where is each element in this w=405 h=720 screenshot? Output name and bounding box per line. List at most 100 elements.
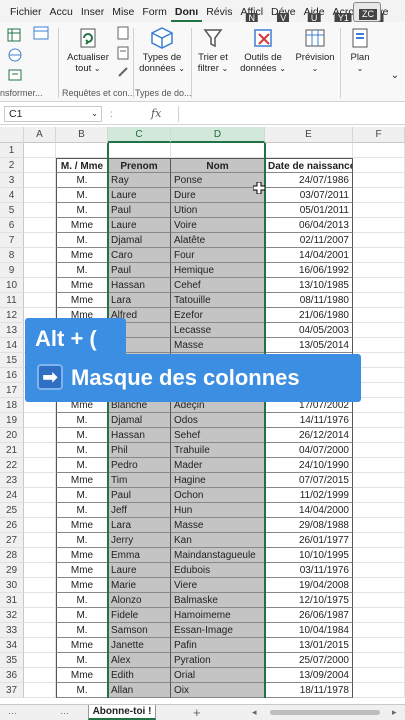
column-header-c[interactable]: C — [108, 127, 171, 143]
table-cell-civilite[interactable]: Mme — [56, 293, 108, 308]
cell[interactable] — [24, 263, 56, 278]
row-header[interactable]: 22 — [0, 458, 24, 473]
table-cell-civilite[interactable]: M. — [56, 593, 108, 608]
table-cell-civilite[interactable]: M. — [56, 428, 108, 443]
table-cell-nom[interactable]: Maindanstagueule — [171, 548, 265, 563]
scroll-right-icon[interactable]: ▸ — [392, 707, 397, 718]
cell[interactable] — [24, 503, 56, 518]
table-cell-nom[interactable]: Odos — [171, 413, 265, 428]
ribbon-tab[interactable]: Donı — [170, 0, 203, 22]
table-cell-date[interactable]: 24/07/1986 — [265, 173, 353, 188]
table-header-nom[interactable]: Nom — [171, 158, 265, 173]
table-cell-date[interactable]: 07/07/2015 — [265, 473, 353, 488]
queries-connections-icon[interactable] — [116, 26, 130, 42]
cell[interactable] — [353, 443, 405, 458]
cell[interactable] — [24, 428, 56, 443]
table-header-date[interactable]: Date de naissance — [265, 158, 353, 173]
table-cell-date[interactable]: 18/11/1978 — [265, 683, 353, 698]
table-cell-civilite[interactable]: Mme — [56, 518, 108, 533]
row-header[interactable]: 11 — [0, 293, 24, 308]
row-header[interactable]: 4 — [0, 188, 24, 203]
from-web-icon[interactable] — [4, 48, 26, 64]
ribbon-tab[interactable]: Form — [138, 0, 171, 22]
cell[interactable] — [353, 458, 405, 473]
cell[interactable] — [24, 293, 56, 308]
edit-links-icon[interactable] — [116, 66, 130, 80]
table-cell-civilite[interactable]: Mme — [56, 473, 108, 488]
cell[interactable] — [353, 248, 405, 263]
horizontal-scrollbar[interactable] — [270, 710, 380, 715]
cell[interactable] — [24, 143, 56, 158]
table-cell-civilite[interactable]: M. — [56, 443, 108, 458]
table-cell-nom[interactable]: Essan-Image — [171, 623, 265, 638]
select-all-corner[interactable] — [0, 127, 24, 143]
cell[interactable] — [24, 593, 56, 608]
row-header[interactable]: 9 — [0, 263, 24, 278]
table-cell-civilite[interactable]: M. — [56, 458, 108, 473]
cell[interactable] — [353, 173, 405, 188]
table-cell-date[interactable]: 14/04/2001 — [265, 248, 353, 263]
row-header[interactable]: 26 — [0, 518, 24, 533]
table-cell-civilite[interactable]: Mme — [56, 563, 108, 578]
table-cell-date[interactable]: 14/11/1976 — [265, 413, 353, 428]
cell[interactable] — [353, 398, 405, 413]
cell[interactable] — [171, 143, 265, 158]
table-cell-prenom[interactable]: Paul — [108, 263, 171, 278]
data-tools-button[interactable]: Outils de données ⌄ — [238, 26, 288, 74]
table-cell-nom[interactable]: Pyration — [171, 653, 265, 668]
row-header[interactable]: 28 — [0, 548, 24, 563]
cell[interactable] — [24, 278, 56, 293]
table-cell-date[interactable]: 12/10/1975 — [265, 593, 353, 608]
table-cell-nom[interactable]: Masse — [171, 518, 265, 533]
table-cell-civilite[interactable]: M. — [56, 173, 108, 188]
table-cell-civilite[interactable]: M. — [56, 233, 108, 248]
table-cell-nom[interactable]: Hemique — [171, 263, 265, 278]
cell[interactable] — [24, 623, 56, 638]
ellipsis-icon[interactable]: … — [8, 706, 17, 716]
table-cell-date[interactable]: 13/01/2015 — [265, 638, 353, 653]
row-header[interactable]: 5 — [0, 203, 24, 218]
function-icon[interactable]: fx — [151, 107, 161, 120]
table-cell-prenom[interactable]: Alex — [108, 653, 171, 668]
cell[interactable] — [353, 293, 405, 308]
row-header[interactable]: 8 — [0, 248, 24, 263]
cell[interactable] — [353, 683, 405, 698]
cell[interactable] — [24, 203, 56, 218]
table-cell-nom[interactable]: Four — [171, 248, 265, 263]
cell[interactable] — [24, 533, 56, 548]
table-cell-civilite[interactable]: Mme — [56, 548, 108, 563]
cell[interactable] — [24, 548, 56, 563]
row-header[interactable]: 19 — [0, 413, 24, 428]
cell[interactable] — [353, 518, 405, 533]
ribbon-tab[interactable]: Déve V — [267, 0, 300, 24]
cell[interactable] — [353, 563, 405, 578]
table-cell-nom[interactable]: Hamoimeme — [171, 608, 265, 623]
row-header[interactable]: 20 — [0, 428, 24, 443]
cell[interactable] — [56, 143, 108, 158]
table-cell-civilite[interactable]: Mme — [56, 578, 108, 593]
cell[interactable] — [353, 158, 405, 173]
row-header[interactable]: 16 — [0, 368, 24, 383]
cell[interactable] — [353, 203, 405, 218]
table-cell-date[interactable]: 11/02/1999 — [265, 488, 353, 503]
worksheet-grid[interactable]: ABCDEF 1 2 M. / Mme Prenom Nom Date de naissa… — [0, 127, 405, 704]
cell[interactable] — [24, 653, 56, 668]
cell[interactable] — [24, 578, 56, 593]
table-cell-date[interactable]: 29/08/1988 — [265, 518, 353, 533]
table-cell-date[interactable]: 21/06/1980 — [265, 308, 353, 323]
table-cell-date[interactable]: 05/01/2011 — [265, 203, 353, 218]
properties-icon[interactable] — [116, 46, 130, 62]
table-cell-civilite[interactable]: Mme — [56, 248, 108, 263]
ribbon-tab[interactable]: Afficl N — [236, 0, 267, 24]
row-header[interactable]: 29 — [0, 563, 24, 578]
cell[interactable] — [353, 338, 405, 353]
row-header[interactable]: 10 — [0, 278, 24, 293]
add-sheet-icon[interactable]: + — [193, 705, 201, 720]
table-cell-date[interactable]: 04/05/2003 — [265, 323, 353, 338]
sheet-tab-abonne[interactable]: Abonne-toi ! — [88, 705, 156, 720]
row-header[interactable]: 24 — [0, 488, 24, 503]
table-cell-civilite[interactable]: Mme — [56, 668, 108, 683]
table-cell-date[interactable]: 04/07/2000 — [265, 443, 353, 458]
table-cell-prenom[interactable]: Paul — [108, 203, 171, 218]
table-cell-civilite[interactable]: M. — [56, 623, 108, 638]
